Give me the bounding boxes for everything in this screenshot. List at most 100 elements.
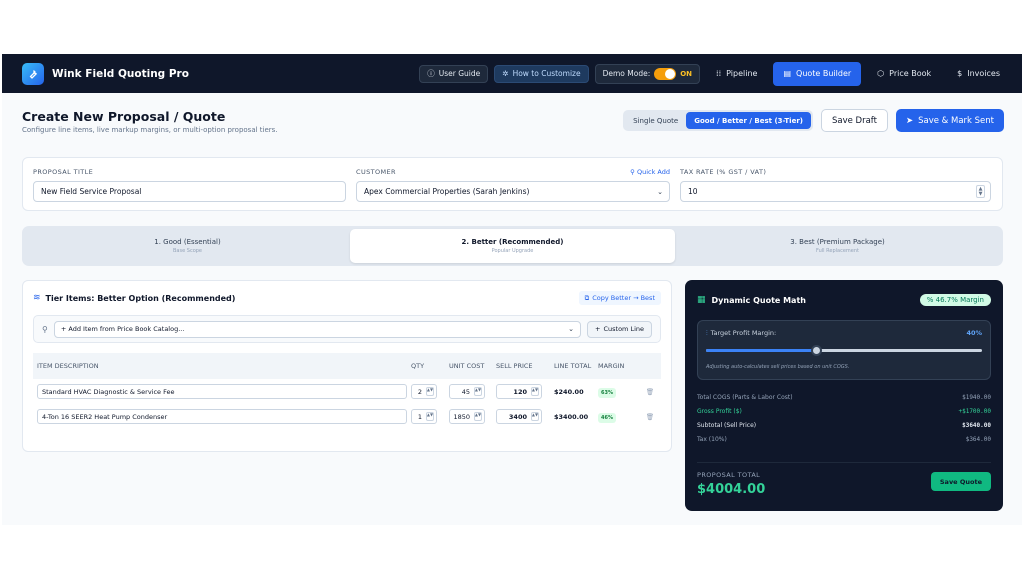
demo-mode-toggle[interactable] <box>654 67 677 80</box>
slider-fill <box>706 349 817 352</box>
save-sent-label: Save & Mark Sent <box>918 115 994 126</box>
trash-icon[interactable]: 🗑 <box>640 413 660 421</box>
sell-price-input[interactable]: 3400 ▲▼ <box>496 409 542 424</box>
chevron-down-icon: ⌄ <box>657 187 663 196</box>
copy-icon: ⧉ <box>584 293 590 302</box>
qty-value: 1 <box>417 412 422 421</box>
user-guide-button[interactable]: ⓘ User Guide <box>419 64 489 83</box>
copy-tier-button[interactable]: ⧉ Copy Better → Best <box>578 291 661 305</box>
unit-cost-input[interactable]: 1850 ▲▼ <box>449 409 485 424</box>
nav-quote-builder[interactable]: ▤ Quote Builder <box>773 61 862 86</box>
cogs-value: $1940.00 <box>962 393 991 401</box>
plus-icon: + <box>595 325 601 333</box>
save-draft-button[interactable]: Save Draft <box>820 109 888 132</box>
tab-better-sub: Popular Upgrade <box>491 248 534 254</box>
tax-rate-input[interactable]: 10 ▲ ▼ <box>680 181 991 202</box>
pipeline-icon: ⁞⁞ <box>716 69 722 78</box>
save-quote-button[interactable]: Save Quote <box>930 472 991 491</box>
tab-best[interactable]: 3. Best (Premium Package) Full Replaceme… <box>675 229 1000 263</box>
proposal-title-field: PROPOSAL TITLE New Field Service Proposa… <box>33 168 346 202</box>
tab-best-sub: Full Replacement <box>816 248 859 254</box>
nav-pipeline[interactable]: ⁞⁞ Pipeline <box>706 62 767 86</box>
profit-value: +$1700.00 <box>958 407 991 415</box>
add-item-row: ⚲ + Add Item from Price Book Catalog... … <box>33 315 661 343</box>
stepper-icon[interactable]: ▲▼ <box>531 387 539 396</box>
tax-rate-field: TAX RATE (% GST / VAT) 10 ▲ ▼ <box>680 168 991 202</box>
save-sent-button[interactable]: ➤ Save & Mark Sent <box>895 109 1004 132</box>
unit-cost-value: 1850 <box>453 412 470 421</box>
quick-add-label: Quick Add <box>636 168 670 176</box>
col-line-total: LINE TOTAL <box>554 362 592 370</box>
unit-cost-input[interactable]: 45 ▲▼ <box>449 384 485 399</box>
sell-price-value: 3400 <box>508 412 527 421</box>
box-icon: ⬡ <box>877 69 885 78</box>
customer-value: Apex Commercial Properties (Sarah Jenkin… <box>364 187 530 196</box>
proposal-details-card: PROPOSAL TITLE New Field Service Proposa… <box>22 157 1003 211</box>
table-row: Standard HVAC Diagnostic & Service Fee 2… <box>33 379 661 404</box>
calculator-icon: ▦ <box>697 295 706 305</box>
col-unit-cost: UNIT COST <box>449 362 485 370</box>
tier-items-card: ≋ Tier Items: Better Option (Recommended… <box>22 280 672 452</box>
number-stepper-icon[interactable]: ▲ ▼ <box>976 185 985 198</box>
sliders-icon: ⫶ <box>706 329 708 337</box>
target-margin-slider[interactable] <box>706 345 982 356</box>
nav-quote-builder-label: Quote Builder <box>796 69 852 78</box>
chevron-down-icon: ⌄ <box>568 325 575 333</box>
price-book-select[interactable]: + Add Item from Price Book Catalog... ⌄ <box>53 320 582 338</box>
stepper-icon[interactable]: ▲▼ <box>426 412 434 421</box>
line-total: $3400.00 <box>554 412 589 421</box>
nav-price-book[interactable]: ⬡ Price Book <box>867 62 941 86</box>
stepper-icon[interactable]: ▲▼ <box>426 387 434 396</box>
qty-input[interactable]: 1 ▲▼ <box>411 409 437 424</box>
tab-better-title: 2. Better (Recommended) <box>461 238 564 246</box>
proposal-total-label: PROPOSAL TOTAL <box>697 471 761 479</box>
tax-rate-value: 10 <box>688 187 698 196</box>
nav-invoices[interactable]: $ Invoices <box>947 62 1010 86</box>
stepper-icon[interactable]: ▲▼ <box>474 412 482 421</box>
target-margin-value: 40% <box>966 329 982 337</box>
qty-input[interactable]: 2 ▲▼ <box>411 384 437 399</box>
mode-tiers-button[interactable]: Good / Better / Best (3-Tier) <box>686 112 811 129</box>
app-window: Wink Field Quoting Pro ⓘ User Guide ✲ Ho… <box>2 54 1022 525</box>
tier-items-title: Tier Items: Better Option (Recommended) <box>45 293 236 303</box>
trash-icon[interactable]: 🗑 <box>640 388 660 396</box>
mode-single-button[interactable]: Single Quote <box>625 112 686 129</box>
cogs-label: Total COGS (Parts & Labor Cost) <box>697 393 793 401</box>
tab-good-sub: Base Scope <box>173 248 202 254</box>
overall-margin-badge: % 46.7% Margin <box>919 294 991 306</box>
target-margin-control: ⫶ Target Profit Margin: 40% Adjusting au… <box>697 320 991 380</box>
col-margin: MARGIN <box>598 362 625 370</box>
subtotal-row: Subtotal (Sell Price) $3640.00 <box>697 418 991 432</box>
demo-mode-state: ON <box>680 69 693 78</box>
proposal-title-input[interactable]: New Field Service Proposal <box>33 181 346 202</box>
customize-button[interactable]: ✲ How to Customize <box>494 64 589 83</box>
item-description-input[interactable]: Standard HVAC Diagnostic & Service Fee <box>37 384 407 399</box>
customer-field: CUSTOMER ⚲ Quick Add Apex Commercial Pro… <box>356 168 670 202</box>
tier-tabs: 1. Good (Essential) Base Scope 2. Better… <box>22 226 1003 266</box>
tab-good[interactable]: 1. Good (Essential) Base Scope <box>25 229 350 263</box>
custom-line-label: Custom Line <box>603 325 644 333</box>
profit-label: Gross Profit ($) <box>697 407 742 415</box>
tab-better[interactable]: 2. Better (Recommended) Popular Upgrade <box>350 229 675 263</box>
customer-select[interactable]: Apex Commercial Properties (Sarah Jenkin… <box>356 181 670 202</box>
slider-thumb[interactable] <box>811 345 823 356</box>
tax-label: Tax (10%) <box>697 435 727 443</box>
subtotal-value: $3640.00 <box>962 421 991 429</box>
item-description-input[interactable]: 4-Ton 16 SEER2 Heat Pump Condenser <box>37 409 407 424</box>
table-row: 4-Ton 16 SEER2 Heat Pump Condenser 1 ▲▼ 1… <box>33 404 661 429</box>
proposal-total-value: $4004.00 <box>697 482 766 497</box>
line-total: $240.00 <box>554 387 584 396</box>
stepper-icon[interactable]: ▲▼ <box>474 387 482 396</box>
stepper-icon[interactable]: ▲▼ <box>531 412 539 421</box>
custom-line-button[interactable]: + Custom Line <box>587 320 652 338</box>
col-description: ITEM DESCRIPTION <box>37 362 99 370</box>
line-items-table: ITEM DESCRIPTION QTY UNIT COST SELL PRIC… <box>33 353 661 429</box>
sell-price-input[interactable]: 120 ▲▼ <box>496 384 542 399</box>
unit-cost-value: 45 <box>461 387 470 396</box>
quick-add-link[interactable]: ⚲ Quick Add <box>630 168 670 176</box>
copy-tier-label: Copy Better → Best <box>592 294 655 302</box>
demo-mode-control: Demo Mode: ON <box>594 63 701 84</box>
app-brand: Wink Field Quoting Pro <box>52 67 189 80</box>
quote-mode-toggle: Single Quote Good / Better / Best (3-Tie… <box>623 110 813 131</box>
nav-invoices-label: Invoices <box>967 69 1000 78</box>
